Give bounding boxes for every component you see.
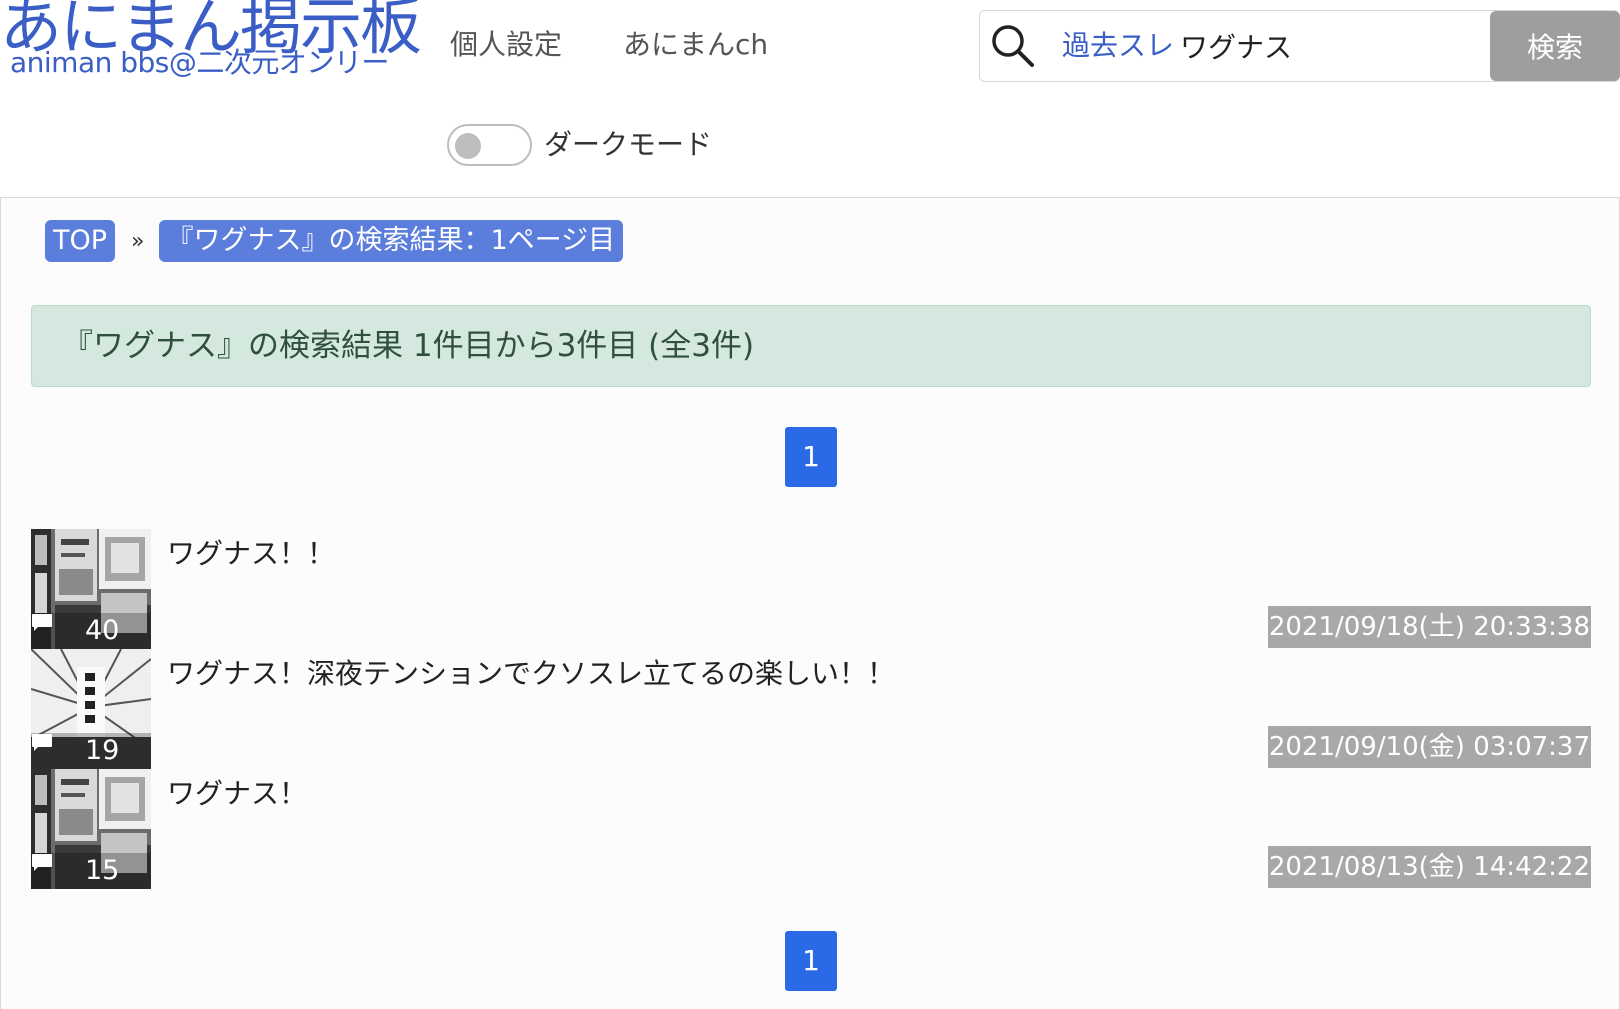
logo-subtitle: animan bbs@二次元オンリー	[10, 46, 389, 79]
search-scope-selector[interactable]: 過去スレ	[1062, 25, 1174, 67]
comment-icon	[32, 734, 52, 751]
reply-count: 19	[31, 733, 151, 769]
reply-count: 15	[31, 853, 151, 889]
toggle-knob	[455, 133, 481, 159]
reply-count-text: 19	[85, 735, 120, 766]
search-button[interactable]: 検索	[1490, 11, 1620, 81]
search-form: 過去スレ 検索	[979, 10, 1620, 82]
pagination-bottom-page-1[interactable]: 1	[785, 931, 837, 991]
dark-mode-label: ダークモード	[544, 128, 713, 161]
reply-count-text: 40	[85, 615, 120, 646]
thread-item[interactable]: 40 ワグナス！！ 2021/09/18(土) 20:33:38	[31, 529, 1591, 649]
thread-list: 40 ワグナス！！ 2021/09/18(土) 20:33:38 19 ワグナス…	[31, 529, 1591, 889]
dark-mode-toggle[interactable]	[447, 124, 532, 166]
thread-item[interactable]: 19 ワグナス！深夜テンションでクソスレ立てるの楽しい！！ 2021/09/10…	[31, 649, 1591, 769]
reply-count: 40	[31, 613, 151, 649]
search-input[interactable]	[1180, 21, 1470, 71]
pagination-top-page-1[interactable]: 1	[785, 427, 837, 487]
comment-icon	[32, 614, 52, 631]
thread-date: 2021/09/10(金) 03:07:37	[1267, 726, 1591, 768]
thread-thumbnail: 40	[31, 529, 151, 649]
site-logo[interactable]: あにまん掲示板 animan bbs@二次元オンリー	[0, 0, 422, 79]
nav-link-animanch[interactable]: あにまんch	[623, 24, 768, 66]
breadcrumb-top[interactable]: TOP	[45, 220, 116, 262]
breadcrumb: TOP » 『ワグナス』の検索結果：1ページ目	[45, 220, 624, 262]
breadcrumb-separator: »	[131, 228, 145, 254]
thread-item[interactable]: 15 ワグナス！ 2021/08/13(金) 14:42:22	[31, 769, 1591, 889]
nav-link-settings[interactable]: 個人設定	[450, 24, 562, 66]
reply-count-text: 15	[85, 855, 120, 886]
thread-title[interactable]: ワグナス！	[167, 773, 307, 815]
comment-icon	[32, 854, 52, 871]
search-icon	[990, 23, 1036, 69]
thread-thumbnail: 15	[31, 769, 151, 889]
search-result-summary: 『ワグナス』の検索結果 1件目から3件目 (全3件)	[31, 305, 1591, 387]
thread-date: 2021/09/18(土) 20:33:38	[1267, 606, 1591, 648]
thread-date: 2021/08/13(金) 14:42:22	[1267, 846, 1591, 888]
thread-thumbnail: 19	[31, 649, 151, 769]
thread-title[interactable]: ワグナス！！	[167, 533, 335, 575]
thread-title[interactable]: ワグナス！深夜テンションでクソスレ立てるの楽しい！！	[167, 653, 895, 695]
main-panel: TOP » 『ワグナス』の検索結果：1ページ目 『ワグナス』の検索結果 1件目か…	[0, 197, 1620, 1009]
breadcrumb-current[interactable]: 『ワグナス』の検索結果：1ページ目	[158, 220, 624, 262]
